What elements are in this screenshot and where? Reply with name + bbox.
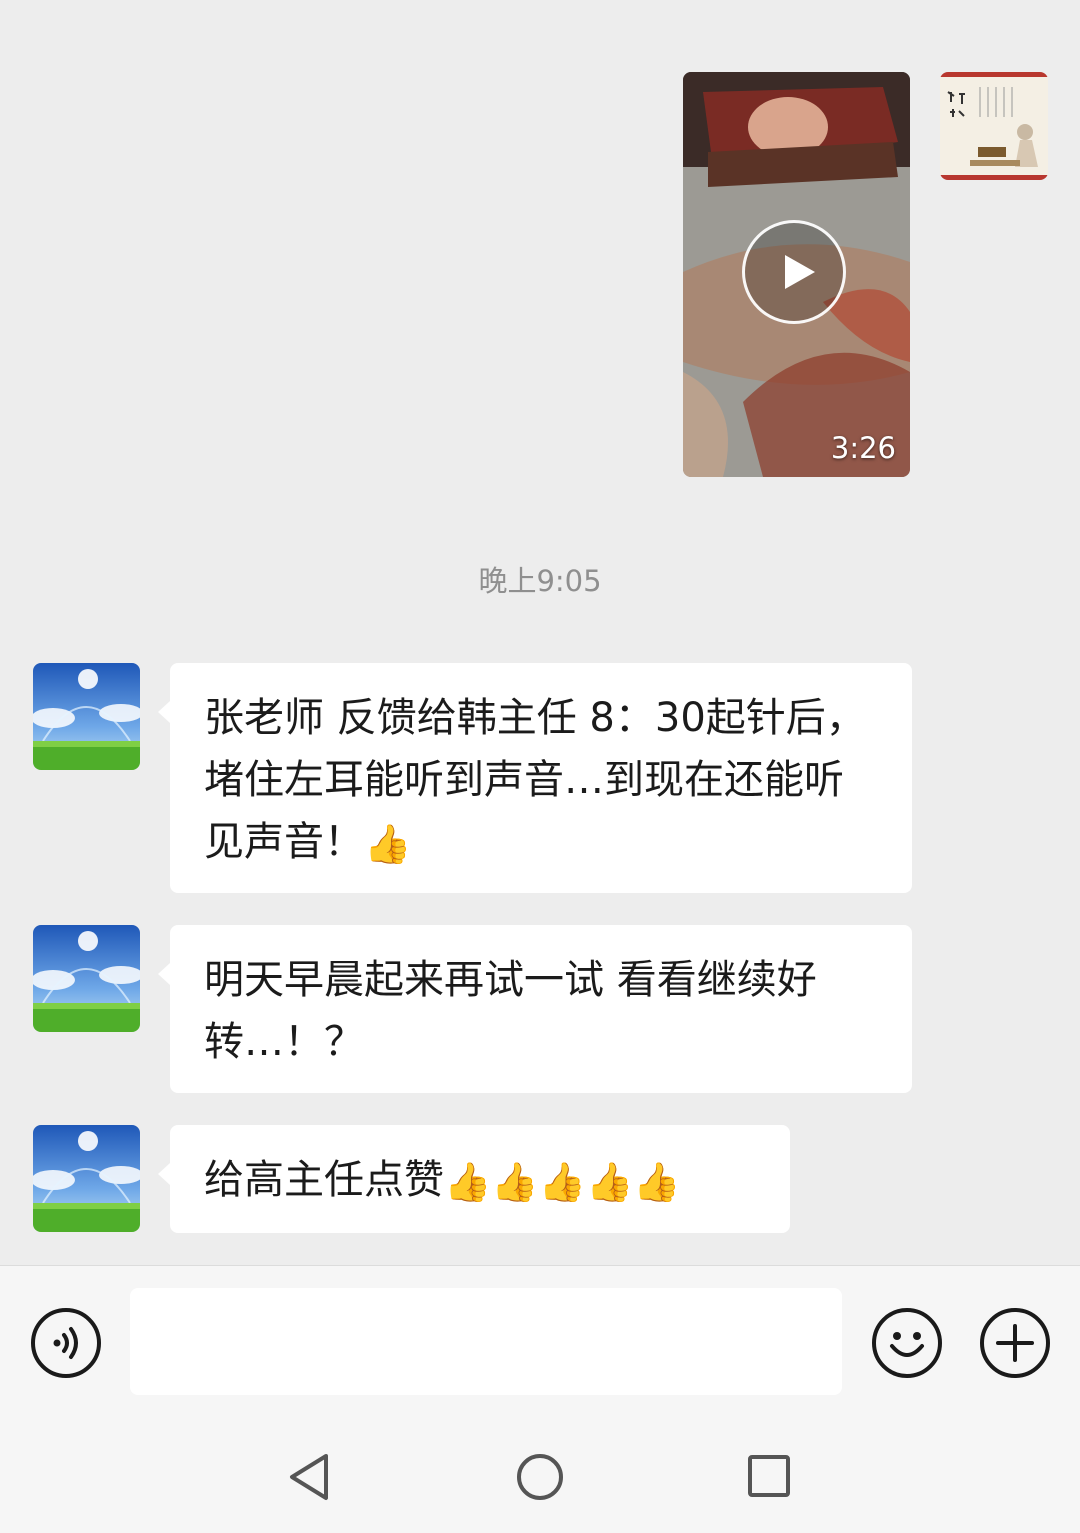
thumbs-up-emoji: 👍: [364, 822, 412, 866]
voice-icon: [53, 1327, 78, 1359]
message-input[interactable]: [130, 1288, 842, 1395]
thumbs-up-emoji-row: 👍👍👍👍👍: [444, 1160, 681, 1204]
sky-grass-avatar-image: [33, 925, 140, 1032]
chat-input-bar: [0, 1265, 1080, 1417]
my-avatar[interactable]: [940, 72, 1048, 180]
message-bubble[interactable]: 给高主任点赞👍👍👍👍👍: [158, 1125, 790, 1233]
message-bubble[interactable]: 明天早晨起来再试一试 看看继续好转…！？: [158, 925, 912, 1093]
chat-screen: 3:26 晚上9:05 张老师 反馈给韩主任 8：30起针后，堵住左耳能听到声音…: [0, 0, 1080, 1533]
play-icon: [785, 255, 815, 289]
calligraphy-avatar-image: [940, 72, 1048, 180]
back-triangle-icon[interactable]: [284, 1451, 334, 1503]
play-button[interactable]: [742, 220, 846, 324]
message-timestamp: 晚上9:05: [478, 564, 602, 598]
message-text: 明天早晨起来再试一试 看看继续好转…！？: [204, 957, 817, 1065]
home-circle-icon[interactable]: [514, 1451, 566, 1503]
sky-grass-avatar-image: [33, 663, 140, 770]
message-bubble[interactable]: 张老师 反馈给韩主任 8：30起针后，堵住左耳能听到声音…到现在还能听见声音！👍: [158, 663, 912, 893]
contact-avatar[interactable]: [33, 663, 140, 770]
smiley-icon: [890, 1332, 924, 1357]
emoji-button[interactable]: [872, 1308, 942, 1378]
recents-square-icon[interactable]: [744, 1451, 794, 1501]
message-text: 给高主任点赞: [204, 1157, 444, 1203]
voice-button[interactable]: [31, 1308, 101, 1378]
contact-avatar[interactable]: [33, 925, 140, 1032]
message-text: 张老师 反馈给韩主任 8：30起针后，堵住左耳能听到声音…到现在还能听见声音！: [204, 695, 866, 865]
plus-icon: [996, 1324, 1034, 1362]
message-list[interactable]: 3:26 晚上9:05 张老师 反馈给韩主任 8：30起针后，堵住左耳能听到声音…: [0, 0, 1080, 1265]
sky-grass-avatar-image: [33, 1125, 140, 1232]
more-button[interactable]: [980, 1308, 1050, 1378]
video-message[interactable]: 3:26: [683, 72, 910, 477]
video-duration: 3:26: [830, 431, 896, 465]
contact-avatar[interactable]: [33, 1125, 140, 1232]
system-navigation-bar: [0, 1417, 1080, 1533]
